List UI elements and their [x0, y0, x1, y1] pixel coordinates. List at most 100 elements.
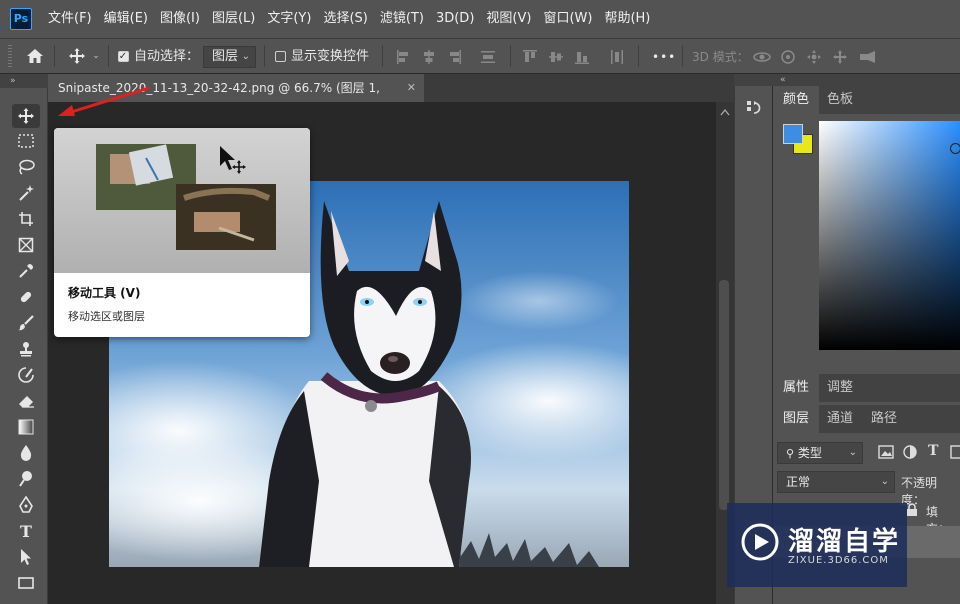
layer-filter-value: 类型: [797, 446, 822, 460]
tab-paths[interactable]: 路径: [861, 405, 907, 433]
chevron-down-icon: ⌄: [241, 51, 250, 62]
tab-layers[interactable]: 图层: [773, 405, 820, 433]
menu-view[interactable]: 视图(V): [480, 0, 537, 38]
menu-3d[interactable]: 3D(D): [430, 0, 480, 38]
red-arrow-annotation: [58, 86, 150, 116]
type-filter-icon[interactable]: T: [928, 443, 938, 459]
menu-file[interactable]: 文件(F): [42, 0, 98, 38]
home-button[interactable]: [22, 45, 48, 67]
marquee-icon: [18, 134, 34, 148]
options-bar-grip[interactable]: [8, 45, 12, 67]
slide-3d-icon[interactable]: [832, 49, 848, 65]
menu-type[interactable]: 文字(Y): [261, 0, 317, 38]
pan-3d-icon[interactable]: [806, 49, 822, 65]
eyedropper-icon: [19, 264, 33, 278]
tab-channels[interactable]: 通道: [817, 405, 863, 433]
menu-window[interactable]: 窗口(W): [537, 0, 598, 38]
auto-select-checkbox[interactable]: [116, 45, 130, 67]
menu-edit[interactable]: 编辑(E): [98, 0, 154, 38]
color-panel-tabs: 颜色 色板: [773, 86, 960, 114]
gradient-tool[interactable]: [12, 415, 40, 439]
image-filter-icon[interactable]: [878, 445, 894, 459]
move-tool-icon: [18, 108, 34, 124]
lasso-tool[interactable]: [12, 155, 40, 179]
menu-filter[interactable]: 滤镜(T): [374, 0, 430, 38]
show-transform-checkbox[interactable]: [273, 45, 287, 67]
tooltip-title: 移动工具 (V): [68, 286, 141, 300]
lasso-icon: [19, 159, 35, 175]
rectangle-tool[interactable]: [12, 571, 40, 595]
right-panels-collapse[interactable]: «: [772, 74, 960, 86]
move-tool-icon: [69, 48, 86, 64]
tab-properties[interactable]: 属性: [773, 374, 820, 402]
color-picker-cursor[interactable]: [950, 143, 960, 154]
crop-tool[interactable]: [12, 207, 40, 231]
menu-layer[interactable]: 图层(L): [206, 0, 261, 38]
type-icon: T: [20, 521, 32, 541]
foreground-color-swatch[interactable]: [783, 124, 803, 144]
chevron-down-icon: ⌄: [848, 447, 857, 458]
arrow-cursor-icon: [21, 549, 31, 565]
auto-select-label: 自动选择：: [134, 49, 200, 64]
align-bottom-icon[interactable]: [574, 49, 590, 65]
brush-tool[interactable]: [12, 311, 40, 335]
layers-panel-tabs: 图层 通道 路径: [773, 405, 960, 433]
scale-3d-icon[interactable]: [858, 49, 878, 65]
healing-brush-tool[interactable]: [12, 285, 40, 309]
shape-filter-icon[interactable]: [950, 445, 960, 459]
blur-tool[interactable]: [12, 441, 40, 465]
blend-mode-dropdown[interactable]: 正常 ⌄: [777, 471, 895, 493]
roll-3d-icon[interactable]: [780, 49, 796, 65]
eraser-tool[interactable]: [12, 389, 40, 413]
crop-icon: [19, 212, 33, 226]
separator: [382, 45, 383, 67]
clone-stamp-tool[interactable]: [12, 337, 40, 361]
history-brush-tool[interactable]: [12, 363, 40, 387]
history-panel-button[interactable]: [742, 96, 766, 120]
magic-wand-icon: [19, 185, 34, 201]
photoshop-logo: Ps: [10, 8, 32, 30]
frame-tool[interactable]: [12, 233, 40, 257]
layer-filter-dropdown[interactable]: ⚲ 类型 ⌄: [777, 442, 863, 464]
menu-help[interactable]: 帮助(H): [598, 0, 656, 38]
menu-select[interactable]: 选择(S): [317, 0, 373, 38]
type-tool[interactable]: T: [12, 519, 40, 543]
align-right-icon[interactable]: [446, 49, 462, 65]
tools-panel-collapse[interactable]: »: [0, 74, 48, 88]
align-center-icon[interactable]: [421, 49, 437, 65]
blend-mode-value: 正常: [786, 475, 811, 489]
align-top-icon[interactable]: [522, 49, 538, 65]
color-picker-field[interactable]: [819, 121, 960, 350]
adjustment-filter-icon[interactable]: [903, 445, 917, 459]
menu-image[interactable]: 图像(I): [154, 0, 206, 38]
move-tool[interactable]: [12, 104, 40, 128]
tab-swatches[interactable]: 色板: [817, 86, 863, 114]
auto-select-target-dropdown[interactable]: 图层 ⌄: [203, 46, 256, 68]
align-left-icon[interactable]: [396, 49, 412, 65]
close-icon[interactable]: ✕: [407, 74, 416, 102]
scroll-up-icon[interactable]: [720, 108, 730, 116]
dodge-tool[interactable]: [12, 467, 40, 491]
tooltip-description: 移动选区或图层: [68, 310, 145, 323]
marquee-tool[interactable]: [12, 129, 40, 153]
lock-icon[interactable]: [906, 503, 918, 517]
magic-wand-tool[interactable]: [12, 181, 40, 205]
tab-adjustments[interactable]: 调整: [817, 374, 863, 402]
tool-preset-picker[interactable]: ⌄: [64, 45, 104, 67]
eyedropper-tool[interactable]: [12, 259, 40, 283]
separator: [682, 45, 683, 67]
gradient-icon: [18, 419, 34, 435]
tab-color[interactable]: 颜色: [773, 86, 820, 114]
water-drop-icon: [20, 445, 32, 461]
distribute-icon[interactable]: [480, 49, 496, 65]
pen-tool[interactable]: [12, 493, 40, 517]
orbit-3d-icon[interactable]: [752, 49, 772, 65]
path-selection-tool[interactable]: [12, 545, 40, 569]
frame-icon: [18, 237, 34, 253]
align-middle-icon[interactable]: [548, 49, 564, 65]
distribute-vertical-icon[interactable]: [609, 49, 625, 65]
checkbox-checked-icon: [117, 50, 129, 62]
separator: [264, 45, 265, 67]
vertical-scrollbar-thumb[interactable]: [719, 280, 729, 510]
more-options-button[interactable]: •••: [652, 39, 676, 75]
